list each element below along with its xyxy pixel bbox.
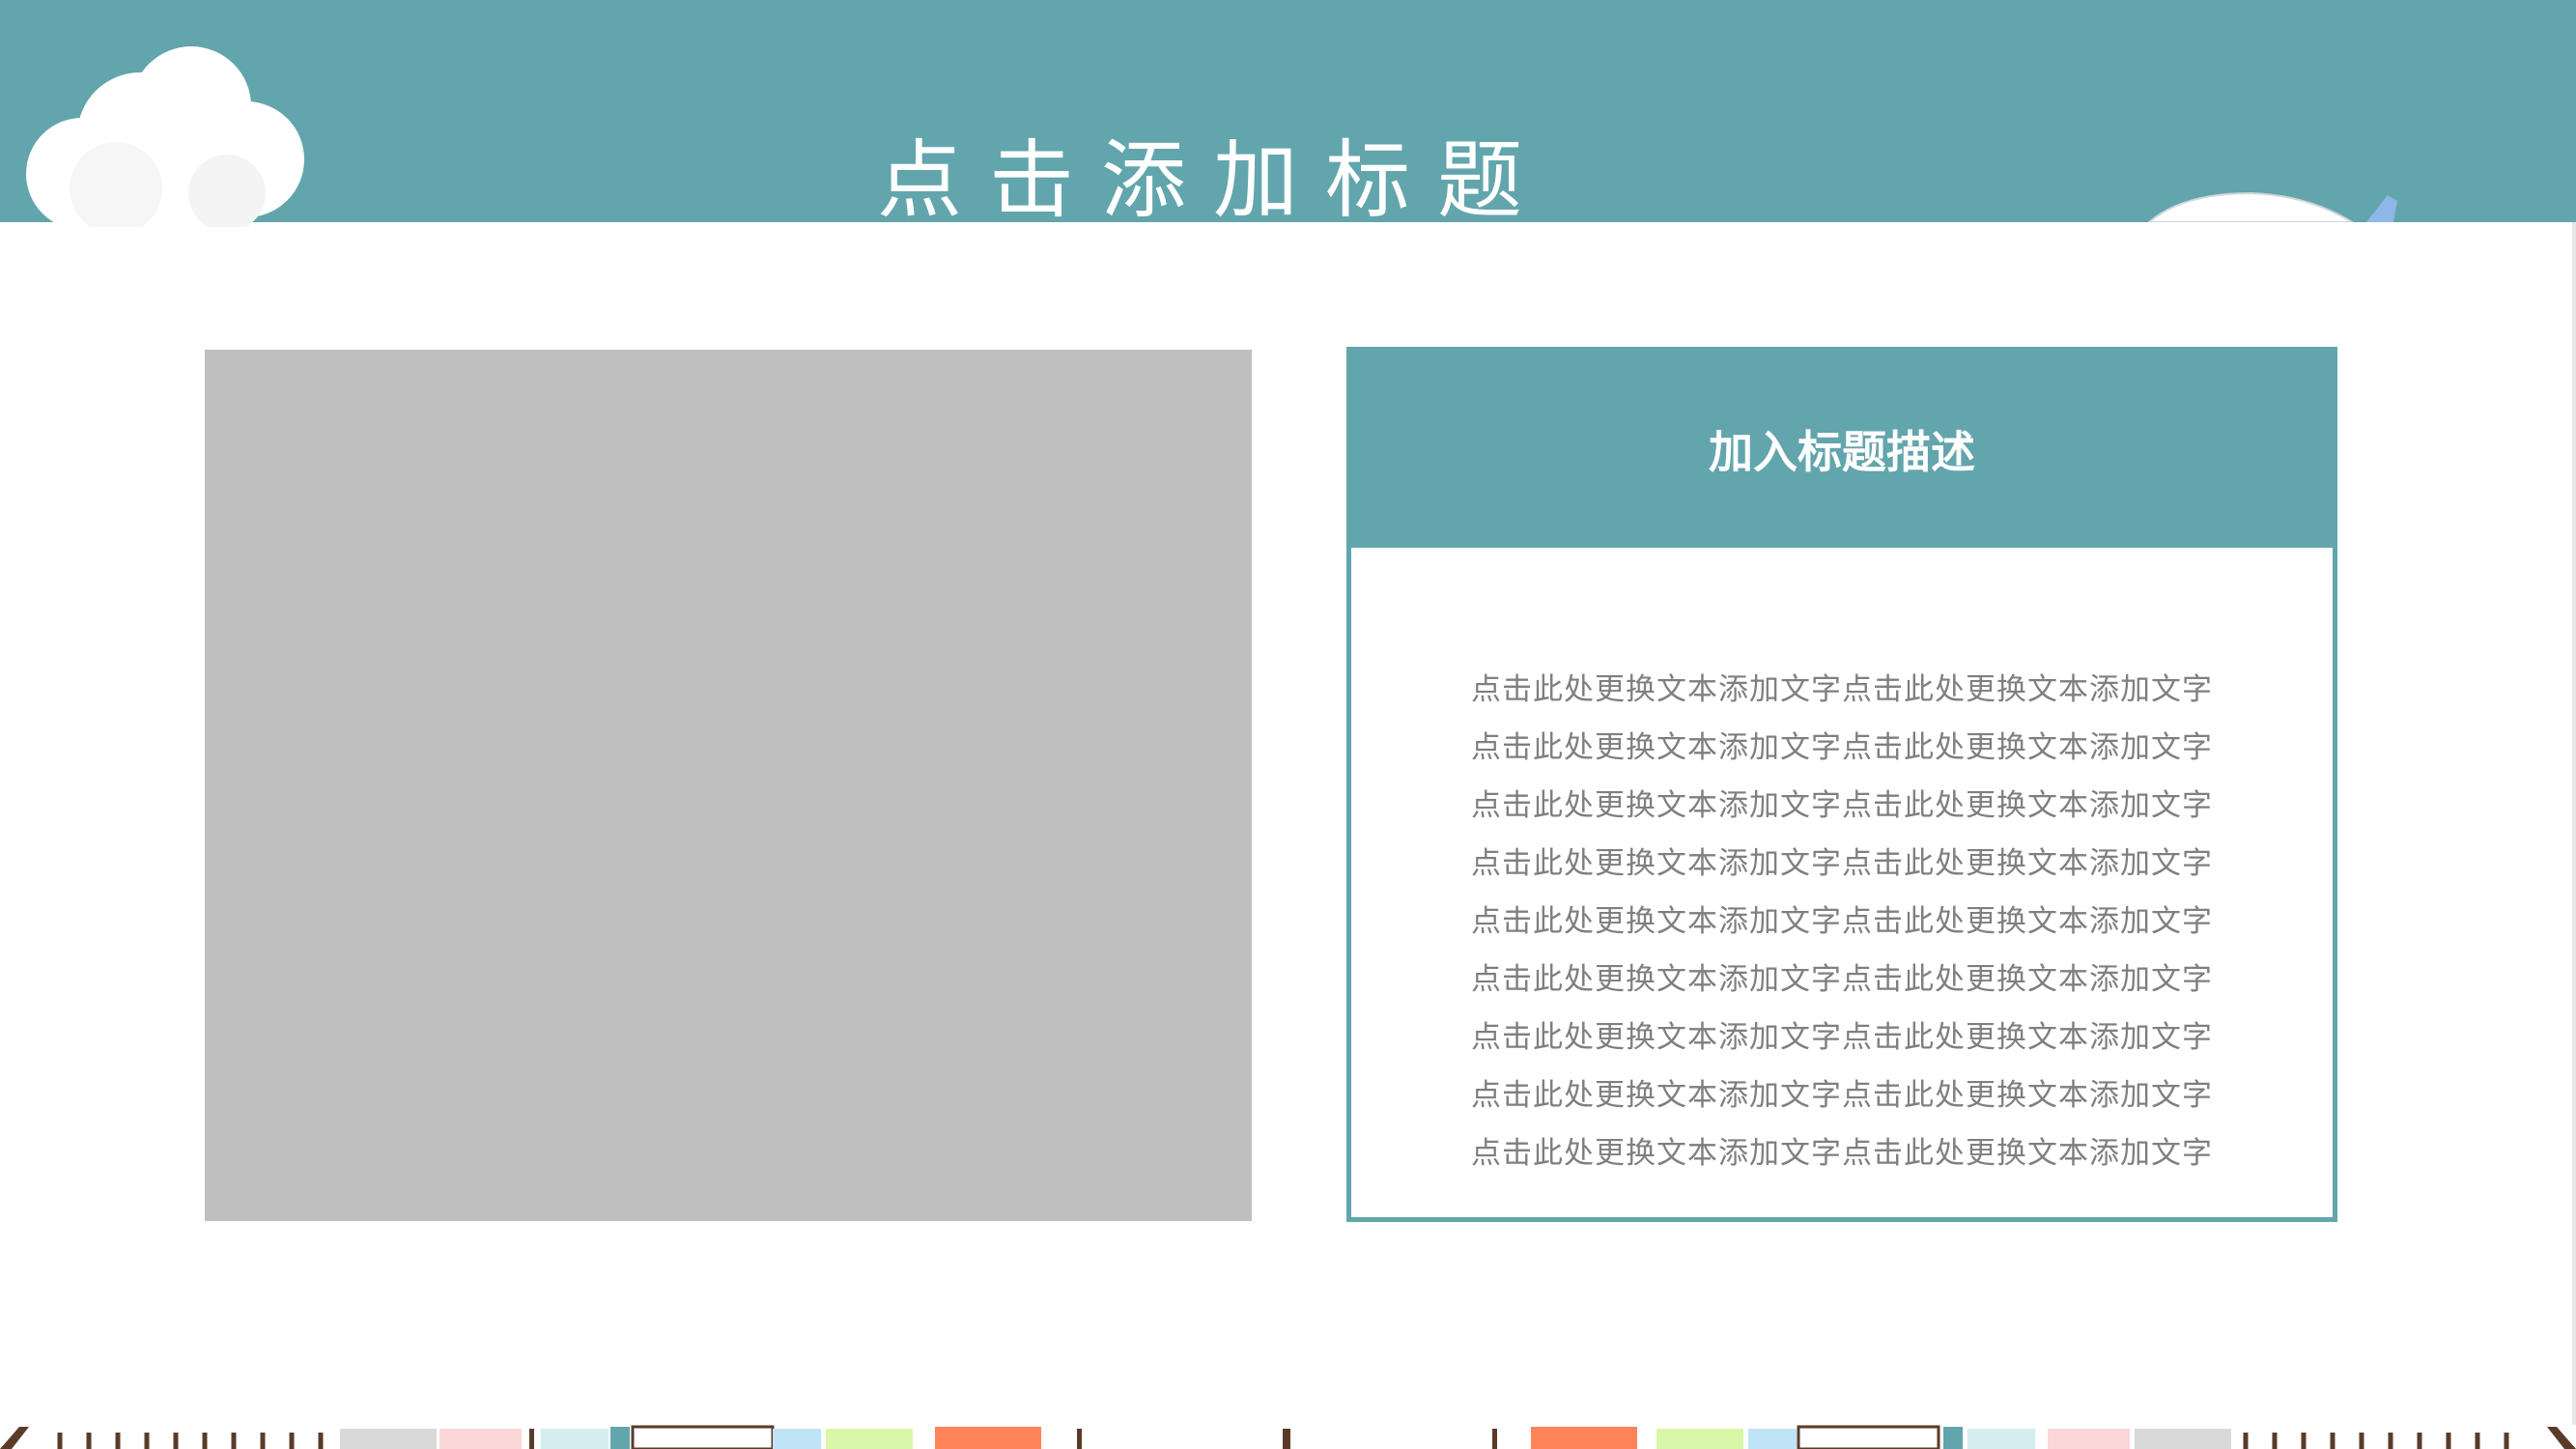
page-title[interactable]: 点击添加标题 [0,123,2426,239]
card-title[interactable]: 加入标题描述 [1351,421,2333,483]
body-text-line: 点击此处更换文本添加文字点击此处更换文本添加文字 [1471,788,2213,823]
body-text-line: 点击此处更换文本添加文字点击此处更换文本添加文字 [1471,1078,2213,1113]
right-edge-line [2572,222,2576,1425]
body-text-line: 点击此处更换文本添加文字点击此处更换文本添加文字 [1471,904,2213,939]
body-text-line: 点击此处更换文本添加文字点击此处更换文本添加文字 [1471,672,2213,707]
body-text-line: 点击此处更换文本添加文字点击此处更换文本添加文字 [1471,846,2213,881]
card-body[interactable]: 点击此处更换文本添加文字点击此处更换文本添加文字 点击此处更换文本添加文字点击此… [1351,661,2333,1182]
body-text-line: 点击此处更换文本添加文字点击此处更换文本添加文字 [1471,1136,2213,1171]
header-bar: 点击添加标题 [0,0,2576,230]
body-text-line: 点击此处更换文本添加文字点击此处更换文本添加文字 [1471,962,2213,997]
building-strip-icon [0,1425,2576,1449]
card-header: 加入标题描述 [1351,352,2333,548]
body-text-line: 点击此处更换文本添加文字点击此处更换文本添加文字 [1471,730,2213,765]
description-card: 加入标题描述 点击此处更换文本添加文字点击此处更换文本添加文字 点击此处更换文本… [1346,347,2337,1222]
image-placeholder[interactable] [205,350,1252,1221]
body-text-line: 点击此处更换文本添加文字点击此处更换文本添加文字 [1471,1020,2213,1055]
